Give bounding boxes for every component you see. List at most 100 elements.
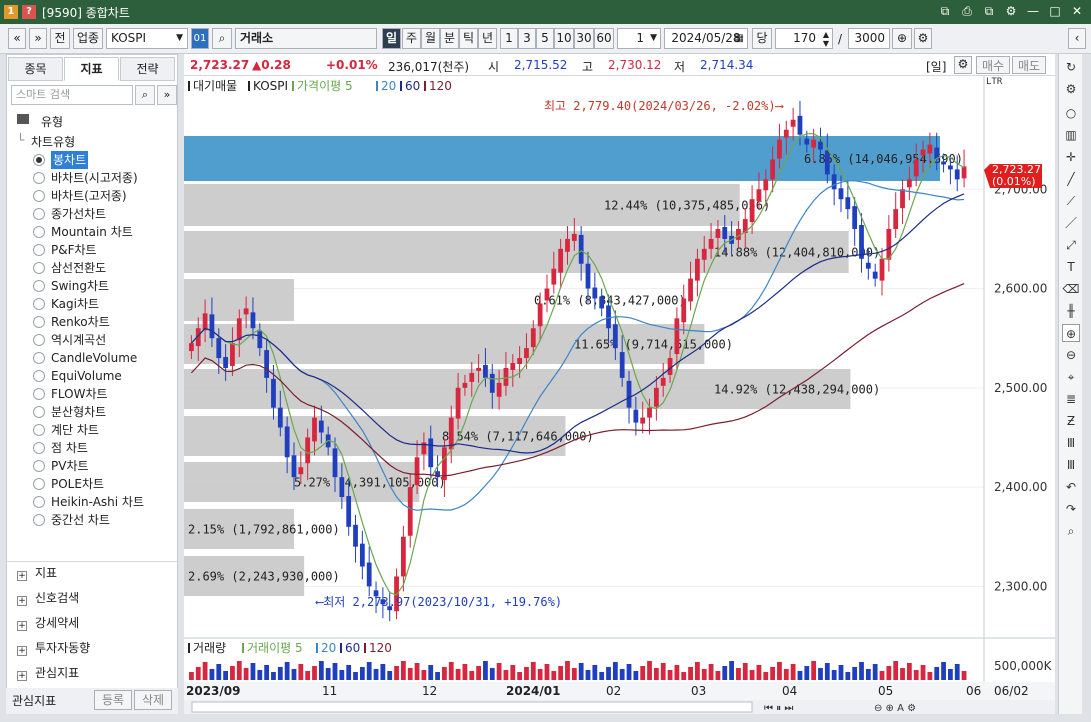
tab-strategy[interactable]: 전략	[120, 57, 175, 81]
price-chart-svg[interactable]: 2,700.002,600.002,500.002,400.002,300.00…	[184, 76, 1055, 714]
radio-button[interactable]	[33, 460, 45, 472]
chart-type-item[interactable]: POLE차트	[51, 475, 104, 493]
radio-button[interactable]	[33, 406, 45, 418]
minimize-button[interactable]: —	[1025, 3, 1041, 19]
chart-type-item[interactable]: FLOW차트	[51, 385, 108, 403]
accordion-item[interactable]: + 강세약세	[17, 613, 79, 633]
redo-icon[interactable]: ↷	[1062, 500, 1080, 518]
radio-button[interactable]	[33, 496, 45, 508]
radio-button[interactable]	[33, 172, 45, 184]
chart-type-item[interactable]: 점 차트	[51, 439, 88, 457]
refresh-icon[interactable]: ↻	[1062, 58, 1080, 76]
vlines-icon[interactable]: Ⅲ	[1062, 434, 1080, 452]
gear-icon[interactable]: ⚙	[1062, 80, 1080, 98]
text-icon[interactable]: T	[1062, 258, 1080, 276]
chart-type-item[interactable]: 계단 차트	[51, 421, 99, 439]
minute-3-button[interactable]: 3	[518, 28, 536, 49]
radio-button[interactable]	[33, 442, 45, 454]
nav-next-button[interactable]: »	[29, 28, 47, 49]
minute-1-button[interactable]: 1	[500, 28, 518, 49]
period-minute-button[interactable]: 분	[440, 28, 459, 49]
bars-icon[interactable]: Ⅲ	[1062, 456, 1080, 474]
chart-type-item[interactable]: Heikin-Ashi 차트	[51, 493, 144, 511]
radio-button[interactable]	[33, 226, 45, 238]
line-icon[interactable]: ／	[1062, 214, 1080, 232]
chart-type-item[interactable]: 바차트(고저종)	[51, 187, 127, 205]
chart-type-item[interactable]: Mountain 차트	[51, 223, 133, 241]
search-icon[interactable]: ⌕	[1062, 522, 1080, 540]
help-badge[interactable]: ?	[22, 5, 36, 19]
minute-5-button[interactable]: 5	[536, 28, 554, 49]
radio-button[interactable]	[33, 244, 45, 256]
section-type[interactable]: 유형	[15, 111, 175, 131]
maximize-button[interactable]: □	[1047, 3, 1063, 19]
accordion-item[interactable]: + 지표	[17, 563, 57, 583]
period-year-button[interactable]: 년	[478, 28, 497, 49]
dang-button[interactable]: 당	[752, 28, 772, 49]
radio-button[interactable]	[33, 298, 45, 310]
radio-button[interactable]	[33, 316, 45, 328]
search-icon[interactable]: ⌕	[135, 85, 155, 105]
radio-button[interactable]	[33, 388, 45, 400]
bar-chart-icon[interactable]: ▥	[1062, 126, 1080, 144]
chart-type-item[interactable]: 삼선전환도	[51, 259, 106, 277]
close-button[interactable]: ✕	[1069, 3, 1085, 19]
upjong-button[interactable]: 업종	[73, 28, 103, 49]
sell-button[interactable]: 매도	[1012, 56, 1046, 74]
settings-icon[interactable]: ⚙	[1003, 3, 1019, 19]
ray-icon[interactable]: ⟋	[1062, 192, 1080, 210]
eraser-icon[interactable]: ⌫	[1062, 280, 1080, 298]
accordion-item[interactable]: + 신호검색	[17, 588, 79, 608]
market-field[interactable]: 거래소	[235, 28, 377, 49]
link-icon[interactable]: ⧉	[937, 3, 953, 19]
minute-10-button[interactable]: 10	[554, 28, 574, 49]
chart-type-item[interactable]: Kagi차트	[51, 295, 99, 313]
auto-line-icon[interactable]: ⤢	[1062, 236, 1080, 254]
count-stepper[interactable]: 170 ▲ ▼	[775, 28, 833, 49]
radio-button[interactable]	[33, 280, 45, 292]
fib-icon[interactable]: ≣	[1062, 390, 1080, 408]
minute-60-button[interactable]: 60	[594, 28, 614, 49]
chart-type-item[interactable]: CandleVolume	[51, 349, 137, 367]
chart-type-item[interactable]: EquiVolume	[51, 367, 122, 385]
radio-button[interactable]	[33, 370, 45, 382]
period-week-button[interactable]: 주	[402, 28, 421, 49]
settings-icon[interactable]: ⚙	[954, 56, 972, 74]
radio-button[interactable]	[33, 514, 45, 526]
register-button[interactable]: 등록	[94, 690, 132, 710]
radio-button[interactable]	[33, 262, 45, 274]
chart-type-item[interactable]: Renko차트	[51, 313, 110, 331]
chart-type-item[interactable]: PV차트	[51, 457, 89, 475]
tab-stock[interactable]: 종목	[8, 57, 63, 81]
zoom-out-icon[interactable]: ⊖	[1062, 346, 1080, 364]
radio-button[interactable]	[33, 190, 45, 202]
smart-search-input[interactable]: 스마트 검색	[11, 85, 133, 105]
chart-type-item[interactable]: 종가선차트	[51, 205, 106, 223]
collapse-icon[interactable]: ‹	[1068, 28, 1086, 49]
chart-type-item[interactable]: 중간선 차트	[51, 511, 110, 529]
radio-button[interactable]	[33, 334, 45, 346]
chart-type-item[interactable]: 역시계곡선	[51, 331, 106, 349]
screen-icon[interactable]: ⧉	[981, 3, 997, 19]
period-tick-button[interactable]: 틱	[459, 28, 478, 49]
total-field[interactable]: 3000	[848, 28, 890, 49]
calendar-icon[interactable]: ▦	[735, 29, 744, 48]
zoom-in-icon[interactable]: ⊕	[1062, 324, 1080, 342]
radio-button[interactable]	[33, 424, 45, 436]
buy-button[interactable]: 매수	[976, 56, 1010, 74]
crosshair-icon[interactable]: ✛	[1062, 148, 1080, 166]
settings-icon[interactable]: ⚙	[914, 28, 932, 49]
date-field[interactable]: 2024/05/28 ▦	[664, 28, 748, 49]
print-icon[interactable]: ⎙	[959, 3, 975, 19]
chart-type-item[interactable]: 분산형차트	[51, 403, 106, 421]
period-month-button[interactable]: 월	[421, 28, 440, 49]
chart-type-item[interactable]: 바차트(시고저종)	[51, 169, 138, 187]
chart-type-item[interactable]: Swing차트	[51, 277, 109, 295]
nav-prev-button[interactable]: «	[8, 28, 26, 49]
magnet-icon[interactable]: ⌖	[1062, 368, 1080, 386]
expand-icon[interactable]: »	[157, 85, 177, 105]
radio-button[interactable]	[33, 154, 45, 166]
jeon-button[interactable]: 전	[50, 28, 70, 49]
trendline-icon[interactable]: ╱	[1062, 170, 1080, 188]
radio-button[interactable]	[33, 208, 45, 220]
